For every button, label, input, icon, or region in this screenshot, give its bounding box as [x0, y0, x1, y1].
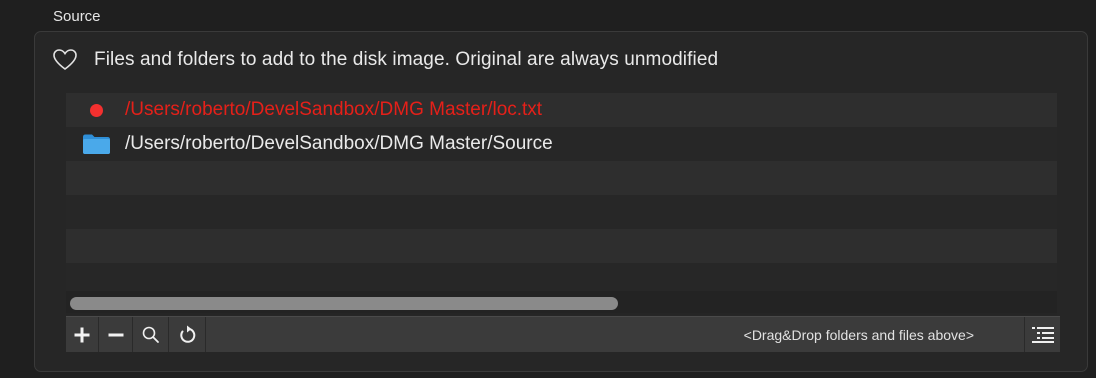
- header-row: Files and folders to add to the disk ima…: [52, 46, 718, 74]
- scrollbar-thumb[interactable]: [70, 297, 618, 310]
- folder-icon: [81, 133, 111, 155]
- file-path: /Users/roberto/DevelSandbox/DMG Master/l…: [125, 99, 543, 120]
- list-options-button[interactable]: [1024, 317, 1060, 352]
- empty-row: [66, 161, 1057, 195]
- drag-drop-hint: <Drag&Drop folders and files above>: [743, 326, 974, 343]
- minus-icon: [108, 333, 123, 336]
- list-item[interactable]: /Users/roberto/DevelSandbox/DMG Master/S…: [66, 127, 1057, 161]
- heart-icon[interactable]: [52, 48, 78, 72]
- plus-icon: [74, 327, 90, 342]
- empty-row: [66, 195, 1057, 229]
- list-item[interactable]: /Users/roberto/DevelSandbox/DMG Master/l…: [66, 93, 1057, 127]
- horizontal-scrollbar[interactable]: [66, 291, 1057, 313]
- refresh-button[interactable]: [169, 317, 206, 352]
- source-panel: Source Files and folders to add to the d…: [0, 0, 1096, 378]
- remove-button[interactable]: [99, 317, 133, 352]
- add-button[interactable]: [66, 317, 99, 352]
- magnifier-icon: [142, 326, 159, 343]
- reveal-button[interactable]: [133, 317, 169, 352]
- red-dot-icon: [81, 103, 111, 117]
- file-path: /Users/roberto/DevelSandbox/DMG Master/S…: [125, 133, 553, 154]
- header-description: Files and folders to add to the disk ima…: [94, 49, 719, 70]
- file-list[interactable]: /Users/roberto/DevelSandbox/DMG Master/l…: [66, 93, 1057, 315]
- list-icon: [1031, 326, 1054, 343]
- empty-row: [66, 229, 1057, 263]
- section-label: Source: [53, 8, 101, 25]
- refresh-icon: [180, 325, 196, 343]
- list-toolbar: <Drag&Drop folders and files above>: [66, 316, 1060, 352]
